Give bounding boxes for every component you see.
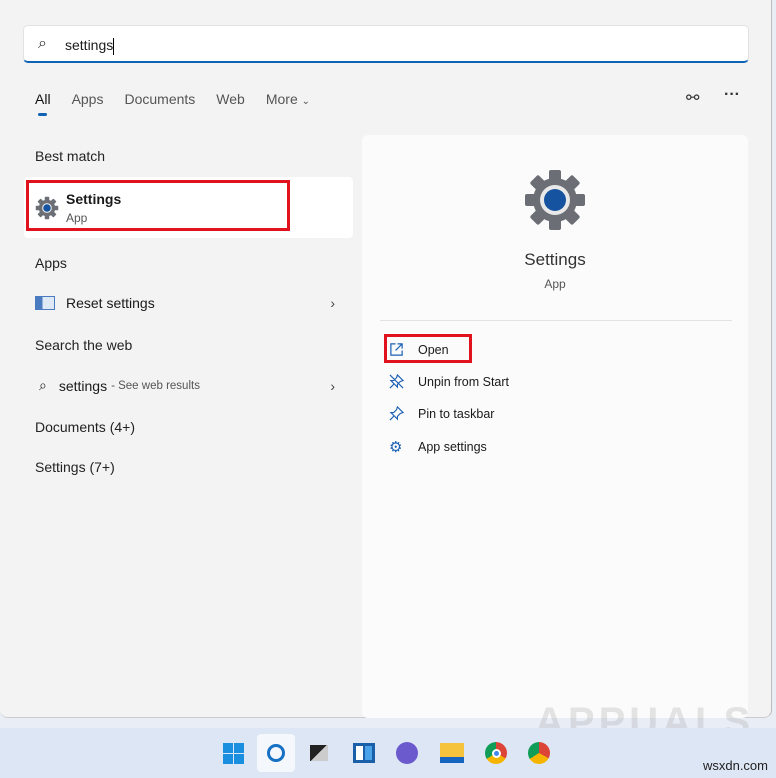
tab-all[interactable]: All: [35, 91, 51, 116]
app-window-icon: [35, 296, 55, 310]
search-taskbar-button[interactable]: [257, 734, 295, 772]
search-icon: ⌕: [38, 35, 47, 52]
widgets-icon: [353, 743, 375, 763]
settings-heading[interactable]: Settings (7+): [35, 459, 115, 475]
file-explorer-button[interactable]: [433, 734, 471, 772]
chrome-profile-button[interactable]: [520, 734, 558, 772]
task-view-icon: [310, 745, 328, 761]
share-icon[interactable]: ⚯: [686, 88, 699, 108]
unpin-action[interactable]: Unpin from Start: [389, 374, 509, 389]
web-hint: - See web results: [111, 379, 200, 392]
tab-documents[interactable]: Documents: [124, 91, 195, 107]
chevron-right-icon[interactable]: ›: [330, 295, 335, 311]
tab-web[interactable]: Web: [216, 91, 245, 107]
apps-heading: Apps: [35, 255, 67, 271]
task-view-button[interactable]: [300, 734, 338, 772]
preview-subtitle: App: [544, 277, 566, 291]
search-web-heading: Search the web: [35, 337, 133, 353]
documents-heading[interactable]: Documents (4+): [35, 419, 135, 435]
gear-icon: [525, 170, 585, 230]
preview-title: Settings: [524, 250, 586, 269]
search-icon: [267, 744, 285, 762]
unpin-label: Unpin from Start: [418, 374, 510, 389]
chat-button[interactable]: [388, 734, 426, 772]
chrome-icon: [485, 742, 507, 764]
preview-pane: Settings App: [362, 135, 748, 718]
list-item-web-search[interactable]: ⌕ settings - See web results ›: [35, 377, 335, 394]
tab-more[interactable]: More ⌄: [266, 91, 310, 107]
widgets-button[interactable]: [345, 734, 383, 772]
credit: wsxdn.com: [702, 758, 768, 773]
start-button[interactable]: [214, 734, 252, 772]
chevron-down-icon: ⌄: [301, 96, 311, 107]
divider: [380, 320, 732, 321]
web-query: settings: [58, 377, 108, 394]
tab-more-label: More: [265, 91, 298, 107]
filter-tabs: All Apps Documents Web More ⌄: [35, 91, 331, 116]
pin-label: Pin to taskbar: [418, 406, 495, 421]
chat-icon: [396, 742, 418, 764]
search-input[interactable]: settings: [65, 37, 115, 55]
best-match-heading: Best match: [35, 148, 106, 164]
gear-icon: ⚙: [389, 439, 403, 456]
search-panel: ⌕ settings All Apps Documents Web More ⌄…: [0, 0, 772, 744]
search-box[interactable]: ⌕ settings: [23, 25, 749, 63]
folder-icon: [440, 743, 464, 763]
highlight-box: [26, 180, 290, 231]
windows-icon: [222, 742, 244, 764]
pin-taskbar-action[interactable]: Pin to taskbar: [389, 406, 494, 421]
list-item-reset-settings[interactable]: Reset settings ›: [35, 295, 335, 311]
chrome-profile-icon: [528, 742, 550, 764]
app-settings-action[interactable]: ⚙ App settings: [389, 438, 487, 456]
more-options-icon[interactable]: ···: [724, 86, 740, 104]
pin-icon: [389, 406, 404, 421]
highlight-box: [384, 334, 472, 363]
unpin-icon: [389, 374, 404, 389]
app-settings-label: App settings: [418, 440, 487, 454]
chevron-right-icon[interactable]: ›: [330, 378, 335, 394]
chrome-button[interactable]: [477, 734, 515, 772]
taskbar: wsxdn.com: [0, 728, 776, 778]
search-icon: ⌕: [39, 377, 47, 393]
tab-apps[interactable]: Apps: [72, 91, 104, 107]
reset-settings-label: Reset settings: [66, 295, 155, 311]
